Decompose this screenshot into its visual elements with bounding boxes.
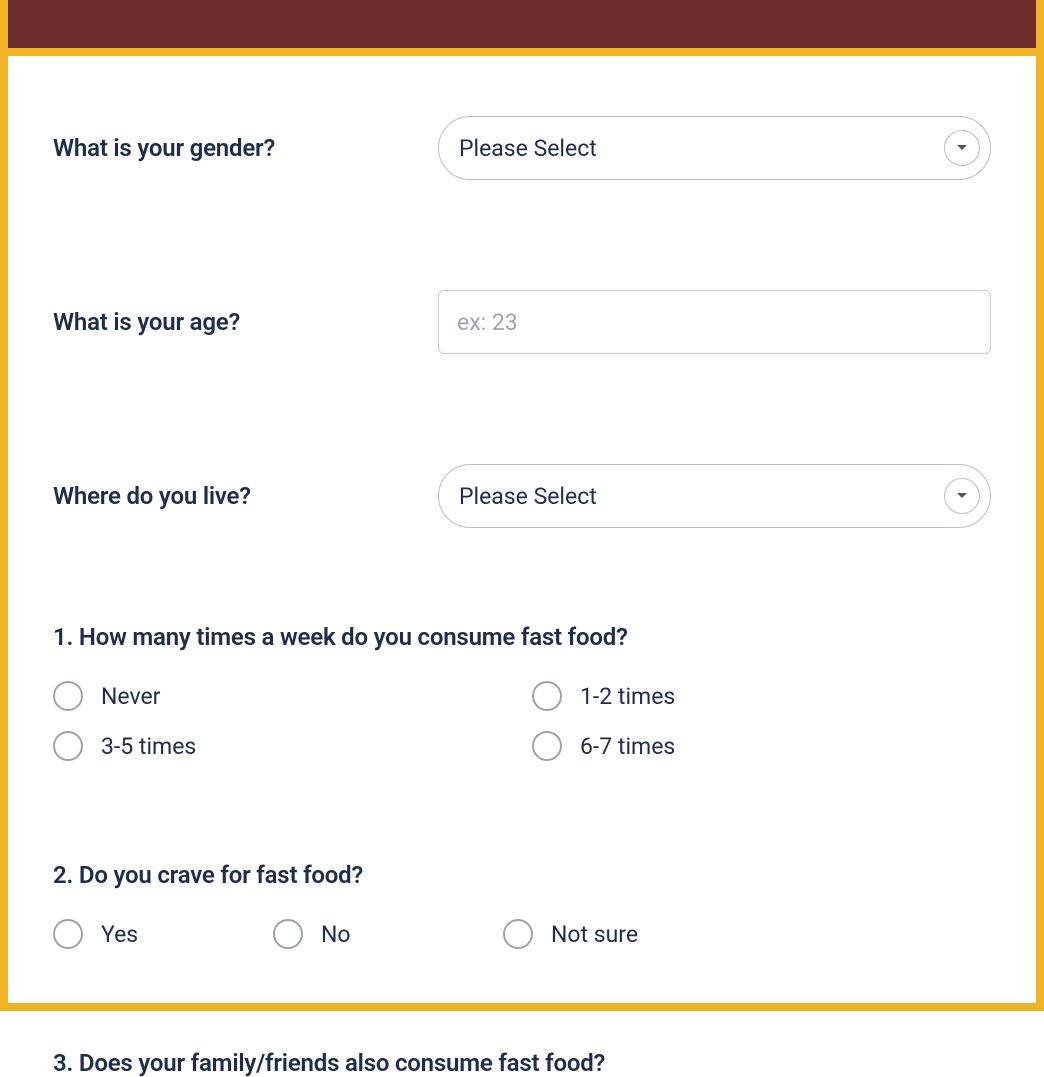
radio-icon (273, 919, 303, 949)
location-select-text: Please Select (459, 483, 597, 510)
gender-select[interactable]: Please Select (438, 116, 991, 180)
option-label: No (321, 921, 351, 948)
radio-icon (53, 731, 83, 761)
radio-icon (53, 681, 83, 711)
age-input[interactable] (438, 290, 991, 354)
age-control (438, 290, 991, 354)
age-label: What is your age? (53, 308, 438, 336)
option-label: Not sure (551, 921, 638, 948)
chevron-down-icon (944, 130, 980, 166)
question-1-title: 1. How many times a week do you consume … (53, 623, 991, 651)
field-row-location: Where do you live? Please Select (53, 464, 991, 528)
question-3: 3. Does your family/friends also consume… (53, 1049, 991, 1077)
gender-label: What is your gender? (53, 134, 438, 162)
option-not-sure[interactable]: Not sure (503, 919, 638, 949)
option-label: 3-5 times (101, 733, 196, 760)
radio-icon (503, 919, 533, 949)
field-row-age: What is your age? (53, 290, 991, 354)
chevron-down-icon (944, 478, 980, 514)
question-1-options: Never 1-2 times 3-5 times 6-7 times (53, 681, 991, 761)
option-never[interactable]: Never (53, 681, 512, 711)
question-2: 2. Do you crave for fast food? Yes No No… (53, 861, 991, 949)
radio-icon (53, 919, 83, 949)
question-1: 1. How many times a week do you consume … (53, 623, 991, 761)
gender-control: Please Select (438, 116, 991, 180)
location-label: Where do you live? (53, 482, 438, 510)
location-control: Please Select (438, 464, 991, 528)
option-6-7-times[interactable]: 6-7 times (532, 731, 991, 761)
form-panel: What is your gender? Please Select What … (8, 56, 1036, 1003)
form-frame: What is your gender? Please Select What … (0, 0, 1044, 1011)
option-1-2-times[interactable]: 1-2 times (532, 681, 991, 711)
option-no[interactable]: No (273, 919, 503, 949)
option-label: 6-7 times (580, 733, 675, 760)
question-3-title: 3. Does your family/friends also consume… (53, 1049, 991, 1077)
gender-select-text: Please Select (459, 135, 597, 162)
field-row-gender: What is your gender? Please Select (53, 116, 991, 180)
radio-icon (532, 681, 562, 711)
option-label: Never (101, 683, 160, 710)
header-bar (8, 0, 1036, 48)
question-2-title: 2. Do you crave for fast food? (53, 861, 991, 889)
option-3-5-times[interactable]: 3-5 times (53, 731, 512, 761)
radio-icon (532, 731, 562, 761)
option-yes[interactable]: Yes (53, 919, 273, 949)
option-label: 1-2 times (580, 683, 675, 710)
question-2-options: Yes No Not sure (53, 919, 991, 949)
location-select[interactable]: Please Select (438, 464, 991, 528)
option-label: Yes (101, 921, 138, 948)
